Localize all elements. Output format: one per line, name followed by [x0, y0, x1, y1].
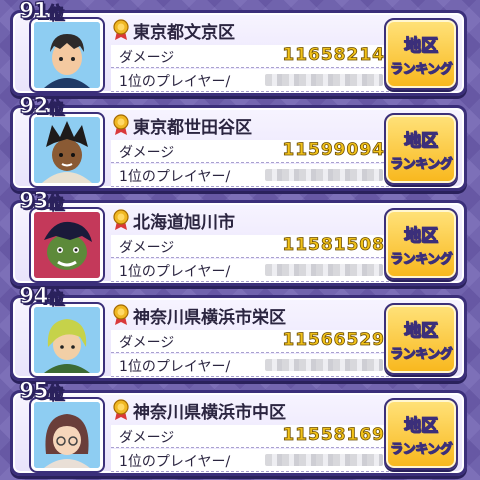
top-player-row: 1位のプレイヤー/ — [111, 354, 389, 377]
damage-label: ダメージ — [119, 335, 175, 351]
damage-row: ダメージ 11599094 — [111, 140, 389, 163]
area-ranking-button[interactable]: 地区 ランキング — [384, 208, 458, 280]
rank-number: 95位 — [18, 378, 64, 404]
top-player-label: 1位のプレイヤー/ — [119, 74, 231, 90]
blurred-player-name — [265, 74, 383, 86]
top-player-row: 1位のプレイヤー/ — [111, 69, 389, 92]
medal-icon — [113, 209, 129, 230]
medal-icon — [113, 304, 129, 325]
ranking-card: 91位 東京都文京区 ダメージ 11658214 1位のプレイヤー/ 地区 ラン… — [10, 0, 467, 96]
damage-label: ダメージ — [119, 145, 175, 161]
location-name: 神奈川県横浜市栄区 — [133, 308, 286, 328]
damage-row: ダメージ 11566529 — [111, 330, 389, 353]
location-name: 神奈川県横浜市中区 — [133, 403, 286, 423]
blurred-player-name — [265, 359, 383, 371]
location-name: 北海道旭川市 — [133, 213, 235, 233]
damage-label: ダメージ — [119, 50, 175, 66]
player-avatar — [31, 19, 103, 91]
blurred-player-name — [265, 264, 383, 276]
blurred-player-name — [265, 169, 383, 181]
damage-value: 11566529 — [282, 330, 385, 351]
player-avatar — [31, 114, 103, 186]
area-ranking-button[interactable]: 地区 ランキング — [384, 113, 458, 185]
top-player-label: 1位のプレイヤー/ — [119, 359, 231, 375]
damage-row: ダメージ 11558169 — [111, 425, 389, 448]
ranking-card: 92位 東京都世田谷区 ダメージ 11599094 1位のプレイヤー/ 地区 ラ… — [10, 93, 467, 191]
top-player-row: 1位のプレイヤー/ — [111, 259, 389, 282]
top-player-label: 1位のプレイヤー/ — [119, 454, 231, 470]
location-name: 東京都世田谷区 — [133, 118, 252, 138]
ranking-card: 94位 神奈川県横浜市栄区 ダメージ 11566529 1位のプレイヤー/ 地区… — [10, 283, 467, 381]
ranking-list: 91位 東京都文京区 ダメージ 11658214 1位のプレイヤー/ 地区 ラン… — [0, 0, 480, 480]
damage-label: ダメージ — [119, 430, 175, 446]
damage-value: 11658214 — [282, 45, 385, 66]
area-ranking-button[interactable]: 地区 ランキング — [384, 303, 458, 375]
rank-number: 94位 — [18, 283, 64, 309]
medal-icon — [113, 19, 129, 40]
ranking-card: 93位 北海道旭川市 ダメージ 11581508 1位のプレイヤー/ 地区 ラン… — [10, 188, 467, 286]
damage-row: ダメージ 11581508 — [111, 235, 389, 258]
top-player-label: 1位のプレイヤー/ — [119, 264, 231, 280]
top-player-row: 1位のプレイヤー/ — [111, 164, 389, 187]
ranking-card: 95位 神奈川県横浜市中区 ダメージ 11558169 1位のプレイヤー/ 地区… — [10, 378, 467, 476]
damage-value: 11581508 — [282, 235, 385, 256]
player-avatar — [31, 304, 103, 376]
medal-icon — [113, 114, 129, 135]
location-name: 東京都文京区 — [133, 23, 235, 43]
area-ranking-button[interactable]: 地区 ランキング — [384, 398, 458, 470]
medal-icon — [113, 399, 129, 420]
top-player-row: 1位のプレイヤー/ — [111, 449, 389, 472]
damage-value: 11558169 — [282, 425, 385, 446]
top-player-label: 1位のプレイヤー/ — [119, 169, 231, 185]
rank-number: 91位 — [18, 0, 64, 25]
damage-row: ダメージ 11658214 — [111, 45, 389, 68]
damage-label: ダメージ — [119, 240, 175, 256]
area-ranking-button[interactable]: 地区 ランキング — [384, 18, 458, 90]
blurred-player-name — [265, 454, 383, 466]
damage-value: 11599094 — [282, 140, 385, 161]
player-avatar — [31, 399, 103, 471]
player-avatar — [31, 209, 103, 281]
rank-number: 92位 — [18, 93, 64, 119]
rank-number: 93位 — [18, 188, 64, 214]
